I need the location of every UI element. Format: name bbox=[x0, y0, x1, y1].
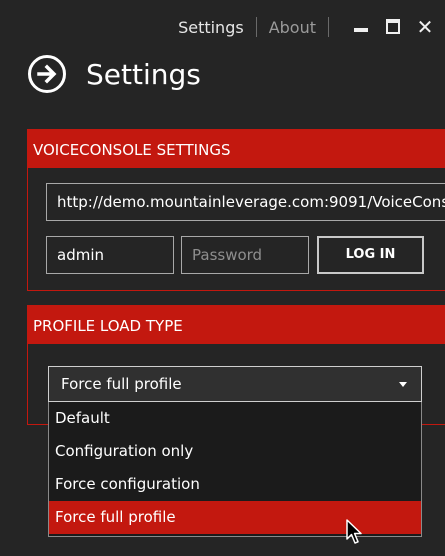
dropdown-selected-value: Force full profile bbox=[61, 375, 182, 393]
menu-item-default[interactable]: Default bbox=[49, 402, 421, 435]
maximize-icon[interactable] bbox=[381, 16, 405, 38]
voiceconsole-section-heading: VOICECONSOLE SETTINGS bbox=[28, 130, 445, 168]
profile-section-heading: PROFILE LOAD TYPE bbox=[28, 306, 445, 344]
page-title: Settings bbox=[86, 57, 201, 91]
chevron-down-icon[interactable] bbox=[399, 382, 407, 387]
window-nav: Settings About ✕ bbox=[178, 16, 437, 38]
close-icon[interactable]: ✕ bbox=[413, 16, 437, 38]
mouse-cursor-icon bbox=[346, 519, 362, 544]
voiceconsole-settings-section: VOICECONSOLE SETTINGS http://demo.mounta… bbox=[27, 129, 445, 291]
dropdown-menu: Default Configuration only Force configu… bbox=[48, 402, 422, 537]
arrow-right-icon bbox=[37, 64, 57, 84]
username-input[interactable]: admin bbox=[46, 236, 174, 274]
minimize-icon[interactable] bbox=[349, 16, 373, 38]
nav-about-link[interactable]: About bbox=[269, 18, 316, 37]
nav-settings-link[interactable]: Settings bbox=[178, 18, 244, 37]
page-header: Settings bbox=[28, 52, 201, 96]
server-url-input[interactable]: http://demo.mountainleverage.com:9091/Vo… bbox=[46, 183, 445, 221]
title-bar: Settings About ✕ bbox=[0, 0, 445, 52]
nav-separator bbox=[255, 17, 257, 37]
back-button[interactable] bbox=[28, 55, 66, 93]
profile-load-type-dropdown[interactable]: Force full profile bbox=[48, 366, 422, 402]
menu-item-force-configuration[interactable]: Force configuration bbox=[49, 468, 421, 501]
menu-item-configuration-only[interactable]: Configuration only bbox=[49, 435, 421, 468]
password-input[interactable]: Password bbox=[181, 236, 309, 274]
login-button[interactable]: LOG IN bbox=[317, 236, 424, 274]
nav-separator bbox=[328, 17, 329, 37]
menu-item-force-full-profile[interactable]: Force full profile bbox=[49, 501, 421, 534]
